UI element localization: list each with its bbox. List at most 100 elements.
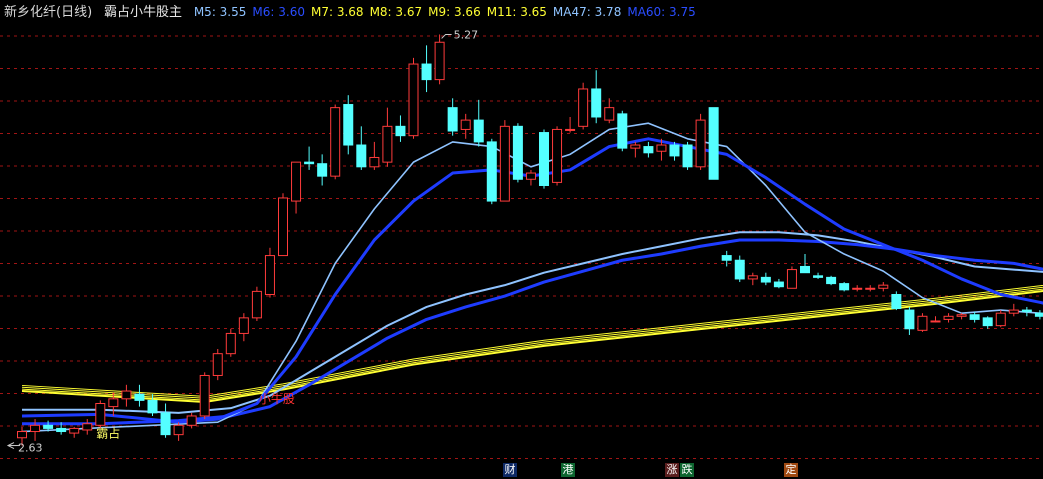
candle[interactable]: [160, 403, 171, 438]
candle[interactable]: [447, 98, 458, 136]
candle[interactable]: [578, 82, 589, 130]
candle[interactable]: [539, 129, 549, 189]
candle[interactable]: [682, 141, 693, 170]
ma-value: MA47: 3.78: [552, 5, 622, 19]
candle[interactable]: [395, 115, 406, 142]
candle[interactable]: [1008, 303, 1019, 317]
candle[interactable]: [839, 282, 850, 292]
candle[interactable]: [186, 412, 197, 429]
candle[interactable]: [212, 349, 223, 381]
candle[interactable]: [264, 247, 275, 298]
candle[interactable]: [930, 316, 941, 323]
candle-body: [421, 63, 432, 81]
candle[interactable]: [69, 426, 80, 438]
candle-body: [330, 107, 341, 177]
candle[interactable]: [773, 278, 784, 289]
ma-value: M7: 3.68: [310, 5, 364, 19]
event-marker[interactable]: 涨: [665, 463, 679, 477]
candle[interactable]: [238, 313, 249, 342]
candle[interactable]: [917, 313, 928, 332]
candle[interactable]: [421, 45, 432, 93]
candle-body: [982, 317, 993, 327]
candle-body: [995, 312, 1006, 327]
stock-title[interactable]: 新乡化纤(日线): [4, 5, 92, 20]
candle[interactable]: [525, 169, 536, 186]
candle-body: [460, 119, 471, 130]
candle[interactable]: [408, 57, 419, 139]
annotation-xiaoniugu: 小牛股: [259, 391, 295, 406]
candle[interactable]: [552, 126, 563, 186]
candle[interactable]: [473, 99, 484, 147]
event-marker[interactable]: 港: [561, 463, 575, 477]
candle-body: [721, 255, 732, 261]
candle[interactable]: [304, 146, 315, 170]
candle[interactable]: [995, 310, 1006, 328]
event-marker[interactable]: 跌: [680, 463, 694, 477]
candle[interactable]: [369, 141, 380, 170]
candle[interactable]: [317, 154, 328, 186]
candle[interactable]: [486, 138, 497, 205]
candle[interactable]: [95, 400, 106, 429]
candle[interactable]: [604, 98, 615, 124]
candle[interactable]: [343, 95, 354, 155]
candle-body: [773, 281, 784, 288]
candle[interactable]: [134, 384, 145, 407]
candle[interactable]: [643, 141, 654, 158]
ma-value: MA60: 3.75: [627, 5, 696, 19]
candle-body: [30, 424, 41, 433]
candle[interactable]: [291, 161, 302, 214]
candle[interactable]: [734, 255, 745, 283]
candle[interactable]: [826, 275, 837, 286]
candle-body: [839, 283, 850, 291]
candle[interactable]: [1034, 310, 1043, 320]
candle[interactable]: [943, 313, 954, 323]
candle-body: [956, 314, 967, 317]
candle[interactable]: [330, 104, 341, 180]
candle[interactable]: [891, 291, 902, 311]
candle[interactable]: [904, 306, 915, 335]
candle[interactable]: [695, 113, 706, 170]
candle[interactable]: [82, 419, 93, 435]
candle[interactable]: [813, 272, 824, 279]
event-marker[interactable]: 财: [503, 463, 517, 477]
candle[interactable]: [956, 313, 967, 320]
candle[interactable]: [669, 141, 680, 161]
candles[interactable]: [17, 34, 1043, 446]
candle[interactable]: [460, 113, 471, 139]
candle-body: [199, 374, 210, 417]
candle[interactable]: [630, 141, 641, 158]
candle-body: [356, 144, 367, 168]
candle[interactable]: [969, 311, 980, 323]
candle-body: [82, 423, 93, 431]
candle[interactable]: [199, 372, 210, 420]
m6-line: [21, 137, 1043, 424]
candle[interactable]: [121, 384, 132, 407]
candle[interactable]: [591, 70, 602, 124]
ma-value: M8: 3.67: [369, 5, 423, 19]
candle[interactable]: [721, 250, 732, 267]
candle[interactable]: [1021, 306, 1032, 317]
candle[interactable]: [747, 272, 758, 286]
candlestick-chart[interactable]: 5.27 2.63 霸占 小牛股: [0, 0, 1043, 479]
candle[interactable]: [225, 328, 236, 357]
candle[interactable]: [800, 254, 810, 274]
candle[interactable]: [499, 120, 510, 202]
candle[interactable]: [565, 116, 576, 133]
candle[interactable]: [708, 107, 719, 180]
candle[interactable]: [173, 422, 184, 441]
candle[interactable]: [382, 107, 393, 167]
indicator-name[interactable]: 霸占小牛股主: [104, 5, 182, 20]
candle[interactable]: [512, 123, 523, 183]
candle[interactable]: [278, 193, 288, 257]
candle[interactable]: [356, 126, 367, 170]
candle[interactable]: [865, 285, 876, 292]
candle[interactable]: [760, 272, 771, 286]
candle[interactable]: [982, 316, 993, 329]
candle[interactable]: [786, 266, 797, 289]
candle[interactable]: [878, 282, 889, 292]
candle[interactable]: [251, 286, 262, 321]
candle[interactable]: [617, 110, 628, 152]
event-marker[interactable]: 定: [784, 463, 798, 477]
candle[interactable]: [434, 34, 445, 85]
candle[interactable]: [852, 285, 863, 292]
